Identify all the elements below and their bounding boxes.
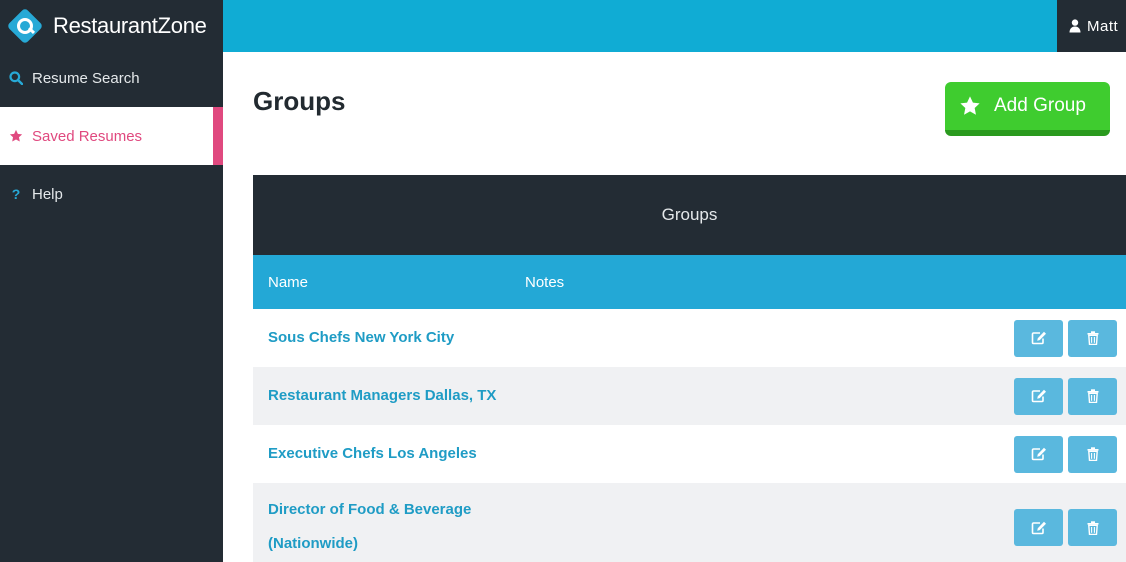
sidebar-item-resume-search[interactable]: Resume Search bbox=[0, 49, 223, 107]
sidebar-item-saved-resumes[interactable]: Saved Resumes bbox=[0, 107, 223, 165]
question-icon: ? bbox=[11, 186, 21, 202]
column-header-name[interactable]: Name bbox=[268, 274, 308, 291]
edit-button[interactable] bbox=[1014, 509, 1063, 546]
delete-button[interactable] bbox=[1068, 509, 1117, 546]
top-bar: Matt bbox=[223, 0, 1126, 52]
table-row: Sous Chefs New York City bbox=[253, 309, 1126, 367]
groups-table: Groups Name Notes Sous Chefs New York Ci… bbox=[253, 175, 1126, 562]
sidebar-item-label: Saved Resumes bbox=[32, 127, 143, 145]
table-row: Director of Food & Beverage (Nationwide) bbox=[253, 483, 1126, 562]
edit-icon bbox=[1031, 331, 1046, 345]
brand-name: RestaurantZone bbox=[53, 13, 207, 38]
trash-icon bbox=[1087, 331, 1098, 345]
restaurantzone-logo-icon bbox=[6, 7, 44, 45]
edit-button[interactable] bbox=[1014, 377, 1063, 415]
column-header-notes[interactable]: Notes bbox=[525, 274, 564, 291]
table-row: Executive Chefs Los Angeles bbox=[253, 425, 1126, 483]
row-actions bbox=[1014, 377, 1117, 415]
sidebar-item-help[interactable]: ? Help bbox=[0, 165, 223, 223]
edit-button[interactable] bbox=[1014, 319, 1063, 357]
table-row: Restaurant Managers Dallas, TX bbox=[253, 367, 1126, 425]
group-name-link[interactable]: Executive Chefs Los Angeles bbox=[268, 437, 508, 471]
trash-icon bbox=[1087, 447, 1098, 461]
sidebar-item-label: Help bbox=[32, 185, 63, 203]
search-icon bbox=[9, 71, 23, 85]
group-name-link[interactable]: Restaurant Managers Dallas, TX bbox=[268, 379, 508, 413]
row-actions bbox=[1014, 319, 1117, 357]
table-caption: Groups bbox=[253, 175, 1126, 255]
user-menu[interactable]: Matt bbox=[1057, 0, 1126, 52]
edit-button[interactable] bbox=[1014, 435, 1063, 473]
row-actions bbox=[1014, 509, 1117, 546]
delete-button[interactable] bbox=[1068, 435, 1117, 473]
brand-logo[interactable]: RestaurantZone bbox=[0, 0, 223, 52]
table-header: Name Notes bbox=[253, 255, 1126, 309]
row-actions bbox=[1014, 435, 1117, 473]
edit-icon bbox=[1031, 447, 1046, 461]
sidebar-item-label: Resume Search bbox=[32, 69, 140, 87]
group-name-link[interactable]: Director of Food & Beverage (Nationwide) bbox=[268, 493, 508, 561]
star-icon bbox=[9, 129, 23, 143]
delete-button[interactable] bbox=[1068, 377, 1117, 415]
user-name: Matt bbox=[1087, 17, 1119, 35]
add-group-label: Add Group bbox=[994, 95, 1086, 116]
sidebar: RestaurantZone Resume Search Saved Resum… bbox=[0, 0, 223, 562]
group-name-link[interactable]: Sous Chefs New York City bbox=[268, 321, 508, 355]
delete-button[interactable] bbox=[1068, 319, 1117, 357]
page-title: Groups bbox=[253, 86, 346, 116]
add-group-button[interactable]: Add Group bbox=[945, 82, 1110, 136]
star-icon bbox=[960, 96, 980, 115]
edit-icon bbox=[1031, 521, 1046, 534]
user-icon bbox=[1069, 19, 1081, 33]
edit-icon bbox=[1031, 389, 1046, 403]
trash-icon bbox=[1087, 520, 1098, 535]
trash-icon bbox=[1087, 389, 1098, 403]
